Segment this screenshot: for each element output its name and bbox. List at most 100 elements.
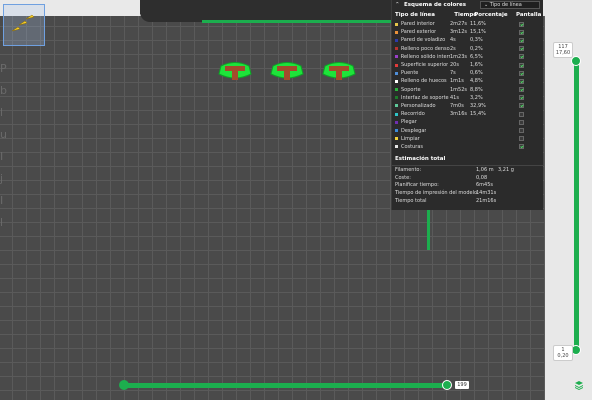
show-checkbox[interactable] [519, 70, 524, 76]
show-checkbox[interactable] [519, 103, 524, 109]
show-checkbox[interactable] [519, 87, 524, 93]
estimate-label: Filamento: [395, 166, 422, 173]
horizontal-move-slider[interactable] [122, 383, 447, 388]
legend-row: Plegar [392, 118, 543, 126]
legend-row-percent: 1,6% [470, 62, 483, 69]
legend-row: Interfaz de soporte 41s 3,2% [392, 94, 543, 102]
legend-row: Recorrido 3m16s 15,4% [392, 110, 543, 118]
estimate-label: Tiempo de impresión del modelo: [395, 190, 479, 197]
legend-row-time: 2s [450, 45, 456, 52]
legend-row-label: Relleno de huecos [395, 78, 450, 84]
legend-row: Pared de voladizo 4s 0,3% [392, 36, 543, 44]
legend-row-time: 2m27s [450, 21, 468, 28]
printed-model-1[interactable] [217, 60, 253, 84]
show-checkbox[interactable] [519, 128, 524, 134]
legend-row-percent: 0,6% [470, 70, 483, 77]
col-type: Tipo de línea [395, 12, 435, 18]
legend-row-percent: 3,2% [470, 94, 483, 101]
legend-row-time: 3m16s [450, 111, 468, 118]
legend-rows: Pared interior 2m27s 11,6% Pared exterior 3m… [392, 20, 543, 151]
legend-row-text: Desplegar [401, 127, 427, 134]
show-checkbox[interactable] [519, 111, 524, 117]
color-swatch-icon [395, 30, 398, 34]
collapse-chevron-icon[interactable]: ⌃ [395, 2, 401, 8]
legend-row-label: Limpiar [395, 136, 450, 142]
legend-row-text: Limpiar [401, 135, 420, 142]
show-checkbox[interactable] [519, 62, 524, 68]
legend-row-text: Soporte [401, 86, 421, 93]
color-swatch-icon [395, 129, 398, 133]
legend-row-time: 20s [450, 62, 459, 69]
legend-row-text: Interfaz de soporte [401, 94, 449, 101]
legend-row: Desplegar [392, 126, 543, 134]
show-checkbox[interactable] [519, 37, 524, 43]
legend-row: Costuras [392, 143, 543, 151]
color-scheme-select[interactable]: ⌄ Tipo de línea [479, 1, 540, 9]
estimate-value: 6m45s [476, 182, 494, 189]
show-checkbox[interactable] [519, 144, 524, 150]
color-swatch-icon [395, 112, 398, 116]
show-checkbox[interactable] [519, 95, 524, 101]
printed-model-3[interactable] [321, 60, 357, 84]
estimate-label: Tiempo total [395, 198, 427, 205]
legend-row-text: Pared interior [401, 21, 435, 28]
horizontal-slider-end-handle[interactable] [442, 380, 452, 390]
horizontal-slider-start-handle[interactable] [119, 380, 129, 390]
legend-row: Superficie superior 20s 1,6% [392, 61, 543, 69]
legend-header[interactable]: ⌃ Esquema de colores ⌄ Tipo de línea [392, 0, 543, 10]
legend-row-label: Desplegar [395, 128, 450, 134]
bottom-layer-label: 1 0,20 [553, 345, 573, 361]
show-checkbox[interactable] [519, 21, 524, 27]
legend-row-time: 1m52s [450, 86, 468, 93]
col-time: Tiempo [454, 12, 478, 18]
legend-row-percent: 32,9% [470, 102, 486, 109]
top-layer-label: 117 17,60 [553, 42, 573, 58]
estimate-value: 1,06 m [476, 166, 494, 173]
color-swatch-icon [395, 55, 398, 59]
estimate-value: 14m31s [476, 190, 497, 197]
navigation-cube[interactable] [3, 4, 45, 46]
estimate-value: 0,08 [476, 174, 488, 181]
show-checkbox[interactable] [519, 29, 524, 35]
axis-glyph: P b l u I j I l [0, 62, 7, 229]
color-swatch-icon [395, 104, 398, 108]
legend-row-time: 3m12s [450, 29, 468, 36]
legend-row-label: Relleno poco denso [395, 46, 450, 52]
color-swatch-icon [395, 63, 398, 67]
legend-row-text: Plegar [401, 119, 417, 126]
legend-row-label: Pared interior [395, 21, 450, 27]
legend-row-text: Pared de voladizo [401, 37, 446, 44]
legend-row-text: Personalizado [401, 102, 436, 109]
color-swatch-icon [395, 145, 398, 149]
toolbar-tab [140, 0, 402, 22]
color-swatch-icon [395, 120, 398, 124]
color-swatch-icon [395, 22, 398, 26]
layer-slider-top-handle[interactable] [571, 56, 581, 66]
color-scheme-select-value: Tipo de línea [489, 2, 522, 8]
horizontal-slider-value: 199 [455, 381, 469, 389]
top-layer-height: 17,60 [555, 50, 571, 56]
estimate-row: Filamento: 1,06 m 3,21 g [392, 166, 543, 174]
viewport-axis-text: P b l u I j I l [0, 58, 10, 258]
show-checkbox[interactable] [519, 78, 524, 84]
legend-row-time: 7s [450, 70, 456, 77]
legend-row-time: 1m1s [450, 78, 464, 85]
legend-row-time: 7m0s [450, 102, 464, 109]
legend-row-percent: 8,8% [470, 86, 483, 93]
legend-row-time: 4s [450, 37, 456, 44]
printed-model-2[interactable] [269, 60, 305, 84]
show-checkbox[interactable] [519, 136, 524, 142]
estimate-value: 21m16s [476, 198, 497, 205]
legend-row: Puente 7s 0,6% [392, 69, 543, 77]
layers-icon[interactable] [574, 380, 584, 390]
layer-slider[interactable] [574, 60, 579, 350]
legend-row: Personalizado 7m0s 32,9% [392, 102, 543, 110]
show-checkbox[interactable] [519, 46, 524, 52]
legend-row-percent: 6,5% [470, 53, 483, 60]
show-checkbox[interactable] [519, 119, 524, 125]
legend-row: Soporte 1m52s 8,8% [392, 86, 543, 94]
legend-row-time: 1m23s [450, 53, 468, 60]
legend-row-time: 41s [450, 94, 459, 101]
legend-row-label: Soporte [395, 87, 450, 93]
show-checkbox[interactable] [519, 54, 524, 60]
